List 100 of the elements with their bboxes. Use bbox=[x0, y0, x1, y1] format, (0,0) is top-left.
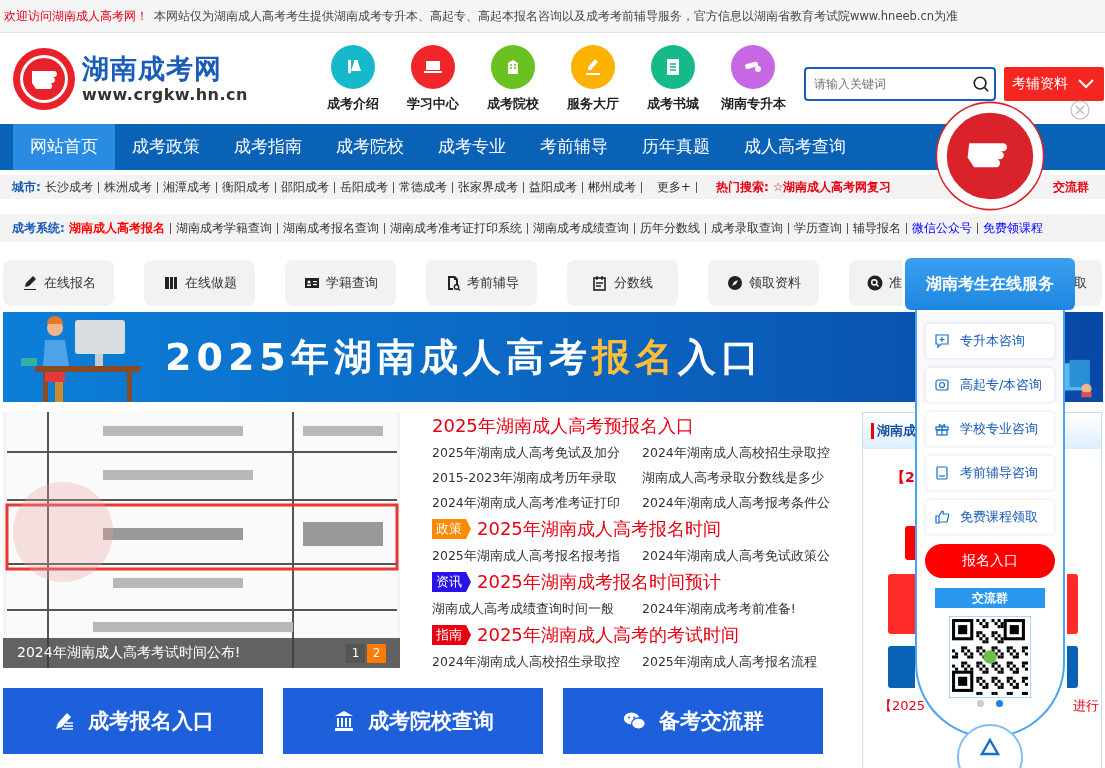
system-link[interactable]: 历年分数线 bbox=[639, 220, 700, 236]
system-link[interactable]: 湖南成考学籍查询 bbox=[175, 220, 272, 236]
id-card-icon bbox=[303, 275, 320, 291]
nav-tab[interactable]: 历年真题 bbox=[625, 124, 727, 170]
service-button[interactable]: 领取资料 bbox=[708, 260, 819, 306]
sidebar-footer-text: 进行 bbox=[1073, 697, 1099, 715]
materials-button[interactable]: 考辅资料 bbox=[1004, 67, 1104, 101]
news-link[interactable]: 2025年湖南成人高考免试及加分 bbox=[432, 440, 642, 465]
more-link[interactable]: 更多+ bbox=[656, 178, 691, 196]
quick-link[interactable]: 成考书城 bbox=[644, 44, 702, 113]
chat-plus-icon bbox=[934, 333, 950, 349]
quick-link[interactable]: 成考介绍 bbox=[324, 44, 382, 113]
system-link[interactable]: 学历查询 bbox=[793, 220, 842, 236]
headline-link[interactable]: 2025年湖南成人高考预报名入口 bbox=[432, 414, 694, 438]
consult-button[interactable]: 高起专/本咨询 bbox=[926, 368, 1054, 402]
search-field[interactable]: 请输入关键词 bbox=[804, 67, 996, 101]
news-link[interactable]: 2024年湖南成人高考准考证打印 bbox=[432, 490, 642, 515]
nav-tab[interactable]: 成考政策 bbox=[115, 124, 217, 170]
city-link[interactable]: 长沙成考 bbox=[44, 178, 93, 196]
link-tile-edge[interactable] bbox=[888, 646, 915, 688]
news-link[interactable]: 湖南成人高考成绩查询时间一般 bbox=[432, 596, 642, 621]
news-link[interactable]: 湖南成人高考录取分数线是多少 bbox=[642, 465, 832, 490]
nav-tab[interactable]: 成人高考查询 bbox=[727, 124, 863, 170]
service-button[interactable]: 准 bbox=[849, 260, 902, 306]
quick-link[interactable]: 成考院校 bbox=[484, 44, 542, 113]
news-link[interactable]: 2024年湖南成考考前准备! bbox=[642, 596, 832, 621]
system-link[interactable]: 辅导报名 bbox=[852, 220, 901, 236]
quick-link[interactable]: 服务大厅 bbox=[564, 44, 622, 113]
city-link[interactable]: 岳阳成考 bbox=[339, 178, 388, 196]
news-link[interactable]: 2024年湖南成人高校招生录取控 bbox=[432, 649, 642, 674]
nav-tab[interactable]: 考前辅导 bbox=[523, 124, 625, 170]
system-link[interactable]: 湖南成人高考报名 bbox=[68, 220, 165, 236]
headline-link[interactable]: 2025年湖南成考报名时间预计 bbox=[477, 570, 721, 594]
city-link[interactable]: 衡阳成考 bbox=[221, 178, 270, 196]
gift-icon bbox=[934, 421, 950, 437]
nav-tab[interactable]: 成考指南 bbox=[217, 124, 319, 170]
system-link[interactable]: 免费领课程 bbox=[982, 220, 1043, 236]
qr-code-icon[interactable] bbox=[949, 616, 1031, 698]
entry-button[interactable]: 备考交流群 bbox=[563, 688, 823, 754]
quick-link-label: 学习中心 bbox=[407, 94, 459, 113]
quick-link[interactable]: 学习中心 bbox=[404, 44, 462, 113]
headline-link[interactable]: 2025年湖南成人高考的考试时间 bbox=[477, 623, 739, 647]
carousel-dot[interactable] bbox=[996, 700, 1003, 707]
news-link[interactable]: 2015-2023年湖南成考历年录取 bbox=[432, 465, 642, 490]
site-name[interactable]: 湖南成考网 bbox=[82, 53, 248, 85]
book-icon bbox=[162, 275, 179, 291]
city-link[interactable]: 邵阳成考 bbox=[280, 178, 329, 196]
news-link[interactable]: 2024年湖南成人高考免试政策公 bbox=[642, 543, 832, 568]
triangle-up-icon bbox=[980, 738, 1000, 756]
bank-icon bbox=[332, 709, 356, 733]
city-link[interactable]: 常德成考 bbox=[398, 178, 447, 196]
consult-button[interactable]: 学校专业咨询 bbox=[926, 412, 1054, 446]
system-link[interactable]: 湖南成考准考证打印系统 bbox=[389, 220, 522, 236]
city-link[interactable]: 郴州成考 bbox=[587, 178, 636, 196]
service-button[interactable]: 在线报名 bbox=[3, 260, 114, 306]
system-link[interactable]: 湖南成考报名查询 bbox=[282, 220, 379, 236]
site-notice: 本网站仅为湖南成人高考考生提供湖南成考专升本、高起专、高起本报名咨询以及成考考前辅导服务，官方信息以湖南省教育考试院www.hneeb.cn为准 bbox=[154, 8, 959, 24]
slide-caption[interactable]: 2024年湖南成人高考考试时间公布! bbox=[17, 644, 241, 662]
promo-button-edge[interactable] bbox=[905, 526, 915, 560]
hot-search-link[interactable]: ☆湖南成人高考网复习 bbox=[772, 178, 892, 196]
slide-page-button[interactable]: 1 bbox=[346, 643, 365, 663]
system-link[interactable]: 微信公众号 bbox=[911, 220, 972, 236]
city-link[interactable]: 益阳成考 bbox=[528, 178, 577, 196]
news-link[interactable]: 2024年湖南成人高考报考条件公 bbox=[642, 490, 832, 515]
entry-button[interactable]: 成考院校查询 bbox=[283, 688, 543, 754]
consult-button[interactable]: 免费课程领取 bbox=[926, 500, 1054, 534]
system-link[interactable]: 成考录取查询 bbox=[710, 220, 783, 236]
hot-search-link[interactable]: 交流群 bbox=[1053, 178, 1089, 196]
news-link[interactable]: 2025年湖南成人高考报名报考指 bbox=[432, 543, 642, 568]
system-link[interactable]: 湖南成考成绩查询 bbox=[532, 220, 629, 236]
city-link[interactable]: 张家界成考 bbox=[457, 178, 518, 196]
carousel-dot[interactable] bbox=[977, 700, 984, 707]
link-tile-edge[interactable] bbox=[1067, 646, 1078, 688]
city-link[interactable]: 湘潭成考 bbox=[162, 178, 211, 196]
close-icon[interactable] bbox=[1070, 100, 1090, 120]
nav-tab[interactable]: 成考院校 bbox=[319, 124, 421, 170]
entry-button[interactable]: 成考报名入口 bbox=[3, 688, 263, 754]
nav-tab[interactable]: 网站首页 bbox=[13, 124, 115, 170]
chat-bubbles-icon bbox=[622, 709, 647, 733]
search-icon[interactable] bbox=[972, 75, 990, 93]
nav-tab[interactable]: 成考专业 bbox=[421, 124, 523, 170]
banner-title: 2025年湖南成人高考报名 入口 bbox=[165, 333, 764, 381]
category-tag: 指南 bbox=[432, 625, 471, 645]
welcome-text: 欢迎访问湖南成人高考网！ bbox=[4, 7, 148, 25]
consult-button[interactable]: 专升本咨询 bbox=[926, 324, 1054, 358]
news-link[interactable]: 2025年湖南成人高考报名流程 bbox=[642, 649, 832, 674]
consult-button[interactable]: 考前辅导咨询 bbox=[926, 456, 1054, 490]
signup-button[interactable]: 报名入口 bbox=[925, 544, 1055, 578]
sidebar-notice: 【2 bbox=[891, 469, 915, 487]
news-link[interactable]: 2024年湖南成人高校招生录取控 bbox=[642, 440, 832, 465]
promo-tile-edge[interactable] bbox=[888, 574, 915, 634]
service-button[interactable]: 在线做题 bbox=[144, 260, 255, 306]
promo-tile-edge[interactable] bbox=[1067, 574, 1078, 634]
service-button[interactable]: 考前辅导 bbox=[426, 260, 537, 306]
badge-icon bbox=[934, 377, 950, 393]
headline-link[interactable]: 2025年湖南成人高考报名时间 bbox=[477, 517, 721, 541]
service-button[interactable]: 分数线 bbox=[567, 260, 678, 306]
book-icon bbox=[934, 465, 950, 481]
service-button[interactable]: 学籍查询 bbox=[285, 260, 396, 306]
city-link[interactable]: 株洲成考 bbox=[103, 178, 152, 196]
